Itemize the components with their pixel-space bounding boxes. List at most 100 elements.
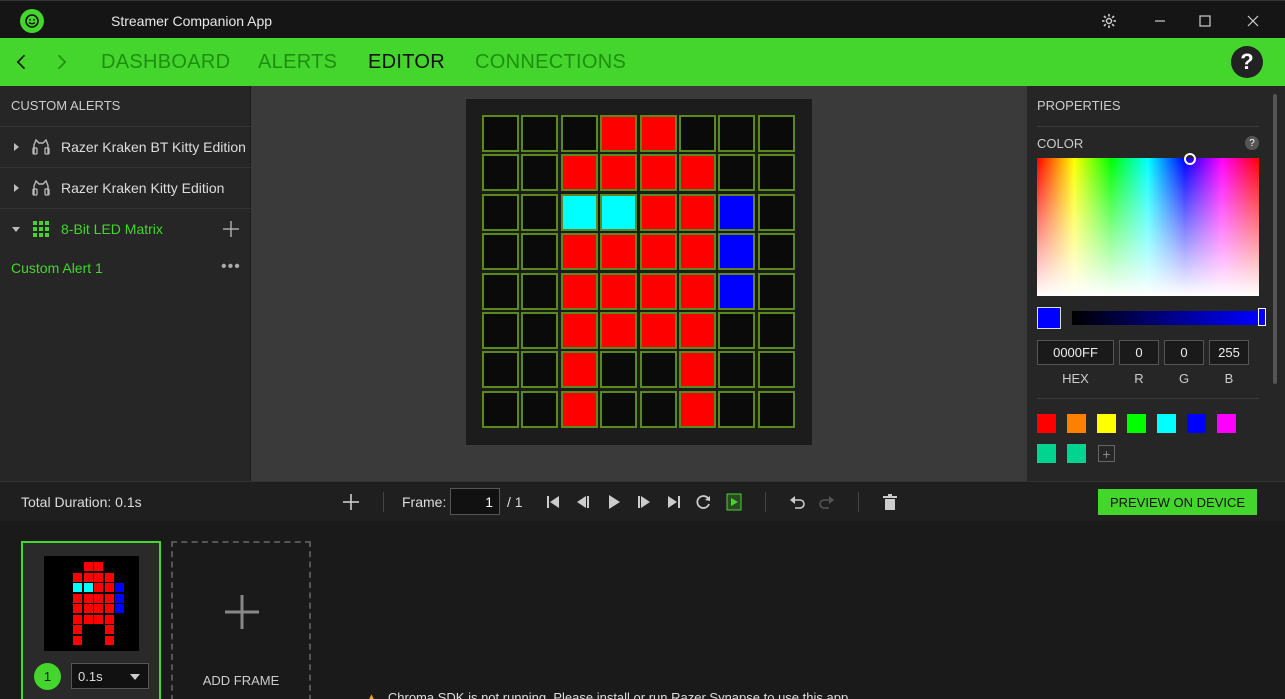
tab-connections[interactable]: CONNECTIONS (475, 51, 626, 74)
tab-dashboard[interactable]: DASHBOARD (101, 51, 230, 74)
blue-input[interactable]: 255 (1209, 340, 1249, 365)
led-cell[interactable] (600, 272, 638, 310)
led-cell[interactable] (639, 351, 677, 389)
led-cell[interactable] (482, 390, 519, 428)
led-cell[interactable] (757, 193, 795, 231)
undo-icon[interactable] (787, 492, 807, 512)
color-swatch[interactable] (1187, 414, 1206, 433)
forward-arrow-icon[interactable] (49, 50, 73, 74)
help-button[interactable]: ? (1231, 46, 1263, 78)
led-cell[interactable] (679, 154, 716, 192)
frame-number-input[interactable] (450, 488, 500, 515)
device-row-led-matrix[interactable]: 8-Bit LED Matrix (0, 208, 251, 248)
led-cell[interactable] (560, 272, 598, 310)
redo-icon[interactable] (817, 492, 837, 512)
led-cell[interactable] (757, 154, 795, 192)
led-cell[interactable] (600, 390, 638, 428)
led-cell[interactable] (560, 115, 598, 152)
led-cell[interactable] (718, 154, 756, 192)
play-icon[interactable] (604, 492, 624, 512)
led-cell[interactable] (521, 115, 559, 152)
led-cell[interactable] (639, 272, 677, 310)
led-cell[interactable] (757, 312, 795, 349)
led-cell[interactable] (521, 272, 559, 310)
led-cell[interactable] (718, 193, 756, 231)
maximize-icon[interactable] (1190, 7, 1220, 35)
caret-down-icon[interactable] (11, 223, 21, 235)
next-frame-icon[interactable] (634, 492, 654, 512)
color-spectrum-picker[interactable] (1037, 158, 1259, 296)
hex-input[interactable]: 0000FF (1037, 340, 1114, 365)
brightness-slider[interactable] (1072, 311, 1257, 325)
color-help-icon[interactable]: ? (1245, 136, 1259, 150)
led-cell[interactable] (560, 390, 598, 428)
led-cell[interactable] (679, 272, 716, 310)
brightness-slider-handle[interactable] (1258, 308, 1266, 326)
led-cell[interactable] (718, 272, 756, 310)
led-cell[interactable] (757, 115, 795, 152)
alert-item-custom-alert-1[interactable]: Custom Alert 1 (11, 260, 103, 276)
led-cell[interactable] (482, 115, 519, 152)
led-cell[interactable] (718, 390, 756, 428)
led-cell[interactable] (521, 390, 559, 428)
led-cell[interactable] (600, 193, 638, 231)
color-swatch[interactable] (1127, 414, 1146, 433)
led-cell[interactable] (639, 193, 677, 231)
led-cell[interactable] (560, 193, 598, 231)
led-cell[interactable] (718, 115, 756, 152)
led-cell[interactable] (639, 233, 677, 271)
led-cell[interactable] (639, 390, 677, 428)
color-swatch[interactable] (1097, 414, 1116, 433)
led-cell[interactable] (639, 154, 677, 192)
color-swatch[interactable] (1037, 414, 1056, 433)
led-cell[interactable] (679, 351, 716, 389)
caret-right-icon[interactable] (11, 182, 21, 194)
led-cell[interactable] (600, 115, 638, 152)
led-cell[interactable] (600, 233, 638, 271)
led-cell[interactable] (560, 154, 598, 192)
led-cell[interactable] (521, 193, 559, 231)
led-cell[interactable] (718, 312, 756, 349)
color-picker-knob[interactable] (1184, 153, 1196, 165)
add-alert-icon[interactable] (221, 219, 241, 239)
device-row-kraken-bt-kitty[interactable]: Razer Kraken BT Kitty Edition (0, 126, 251, 166)
led-cell[interactable] (757, 272, 795, 310)
led-cell[interactable] (757, 390, 795, 428)
led-cell[interactable] (639, 312, 677, 349)
led-cell[interactable] (639, 115, 677, 152)
led-cell[interactable] (521, 351, 559, 389)
led-cell[interactable] (482, 233, 519, 271)
loop-icon[interactable] (694, 492, 714, 512)
led-cell[interactable] (679, 233, 716, 271)
led-cell[interactable] (718, 351, 756, 389)
led-cell[interactable] (560, 351, 598, 389)
led-cell[interactable] (521, 312, 559, 349)
more-options-icon[interactable]: ••• (221, 258, 241, 276)
frame-duration-select[interactable]: 0.1s (71, 663, 149, 689)
add-swatch-button[interactable]: + (1098, 445, 1115, 462)
led-cell[interactable] (757, 351, 795, 389)
tab-alerts[interactable]: ALERTS (258, 51, 337, 74)
previous-frame-icon[interactable] (573, 492, 593, 512)
add-frame-icon[interactable] (341, 492, 361, 512)
led-cell[interactable] (679, 115, 716, 152)
delete-trash-icon[interactable] (880, 492, 900, 512)
first-frame-icon[interactable] (543, 492, 563, 512)
play-on-device-icon[interactable] (724, 492, 744, 512)
led-cell[interactable] (521, 233, 559, 271)
led-cell[interactable] (482, 154, 519, 192)
frame-card[interactable]: 1 0.1s (21, 541, 161, 699)
properties-scrollbar[interactable] (1273, 94, 1277, 384)
settings-gear-icon[interactable] (1094, 7, 1124, 35)
led-cell[interactable] (600, 154, 638, 192)
color-swatch[interactable] (1217, 414, 1236, 433)
led-cell[interactable] (482, 312, 519, 349)
led-cell[interactable] (679, 312, 716, 349)
last-frame-icon[interactable] (664, 492, 684, 512)
led-cell[interactable] (482, 272, 519, 310)
led-cell[interactable] (521, 154, 559, 192)
led-cell[interactable] (600, 312, 638, 349)
led-cell[interactable] (718, 233, 756, 271)
led-cell[interactable] (679, 390, 716, 428)
led-cell[interactable] (560, 233, 598, 271)
